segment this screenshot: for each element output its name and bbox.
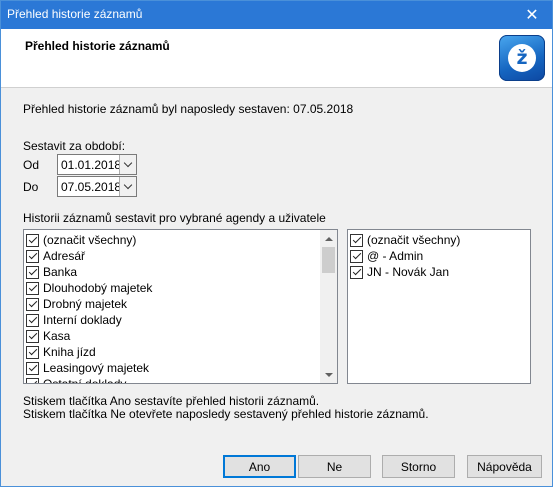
last-built-info: Přehled historie záznamů byl naposledy s… [23,102,354,116]
checkmark-icon [28,362,37,372]
agenda-item-label: Interní doklady [43,313,122,327]
agenda-item-label: Kasa [43,329,71,343]
to-date-picker[interactable]: 07.05.2018 [57,176,137,197]
agenda-item[interactable]: Kniha jízd [26,344,96,360]
agenda-item[interactable]: Adresář [26,248,85,264]
checkmark-icon [352,250,361,260]
checkmark-icon [28,378,37,383]
lists-label: Historii záznamů sestavit pro vybrané ag… [23,211,326,225]
user-item[interactable]: @ - Admin [350,248,423,264]
agenda-item[interactable]: Ostatní doklady [26,376,127,384]
checkbox[interactable] [26,345,39,359]
agenda-item[interactable]: Interní doklady [26,312,122,328]
agenda-item-label: Drobný majetek [43,297,128,311]
user-item[interactable]: (označit všechny) [350,232,460,248]
checkbox[interactable] [26,281,39,295]
user-item-label: (označit všechny) [367,233,461,247]
checkbox[interactable] [26,361,39,375]
header-panel: Přehled historie záznamů ž [1,29,552,88]
help-button[interactable]: Nápověda [467,455,542,478]
from-date-picker[interactable]: 01.01.2018 [57,154,137,175]
window-title: Přehled historie záznamů [7,7,143,21]
checkbox[interactable] [350,265,363,279]
checkbox[interactable] [26,313,39,327]
agenda-item[interactable]: Drobný majetek [26,296,127,312]
yes-button[interactable]: Ano [223,455,296,478]
checkmark-icon [28,330,37,340]
logo-mark: ž [508,44,536,72]
agenda-list[interactable]: (označit všechny) Adresář Banka Dlouhodobý … [23,229,338,384]
checkmark-icon [28,282,37,292]
checkmark-icon [28,314,37,324]
scroll-up-icon[interactable] [320,230,337,247]
agenda-item[interactable]: (označit všechny) [26,232,136,248]
checkmark-icon [352,266,361,276]
cancel-button[interactable]: Storno [382,455,455,478]
hint-line-2: Stiskem tlačítka Ne otevřete naposledy s… [23,407,429,421]
agenda-item-label: Leasingový majetek [43,361,150,375]
checkmark-icon [28,250,37,260]
checkbox[interactable] [26,329,39,343]
user-item-label: @ - Admin [367,249,424,263]
checkbox[interactable] [26,297,39,311]
agenda-item-label: Kniha jízd [43,345,96,359]
to-label: Do [23,180,39,194]
checkbox[interactable] [26,249,39,263]
scroll-down-icon[interactable] [320,366,337,383]
agenda-list-scrollbar[interactable] [320,230,337,383]
agenda-item-label: Banka [43,265,78,279]
checkmark-icon [28,266,37,276]
checkmark-icon [352,234,361,244]
from-date-value: 01.01.2018 [61,158,122,172]
checkbox[interactable] [26,265,39,279]
from-date-dropdown-button[interactable] [119,155,136,174]
agenda-item-label: (označit všechny) [43,233,137,247]
scroll-thumb[interactable] [322,247,335,273]
hint-line-1: Stiskem tlačítka Ano sestavíte přehled h… [23,394,320,408]
agenda-item[interactable]: Banka [26,264,77,280]
header-title: Přehled historie záznamů [25,39,170,53]
checkmark-icon [28,346,37,356]
dialog-window: Přehled historie záznamů ✕ Přehled histo… [0,0,553,487]
agenda-item[interactable]: Dlouhodobý majetek [26,280,152,296]
chevron-down-icon [123,158,133,168]
title-bar[interactable]: Přehled historie záznamů ✕ [1,1,552,29]
checkmark-icon [28,298,37,308]
agenda-item-label: Adresář [43,249,86,263]
agenda-item-label: Ostatní doklady [43,377,127,384]
pohoda-logo-icon: ž [499,35,545,81]
user-item-label: JN - Novák Jan [367,265,450,279]
close-icon[interactable]: ✕ [512,1,552,29]
checkbox[interactable] [26,233,39,247]
no-button[interactable]: Ne [298,455,371,478]
period-label: Sestavit za období: [23,139,126,153]
chevron-down-icon [123,180,133,190]
user-item[interactable]: JN - Novák Jan [350,264,449,280]
from-label: Od [23,158,40,172]
agenda-item[interactable]: Kasa [26,328,70,344]
to-date-value: 07.05.2018 [61,180,122,194]
checkmark-icon [28,234,37,244]
agenda-item-label: Dlouhodobý majetek [43,281,153,295]
checkbox[interactable] [26,377,39,383]
agenda-item[interactable]: Leasingový majetek [26,360,149,376]
checkbox[interactable] [350,233,363,247]
checkbox[interactable] [350,249,363,263]
to-date-dropdown-button[interactable] [119,177,136,196]
user-list[interactable]: (označit všechny) @ - Admin JN - Novák Jan [347,229,531,384]
